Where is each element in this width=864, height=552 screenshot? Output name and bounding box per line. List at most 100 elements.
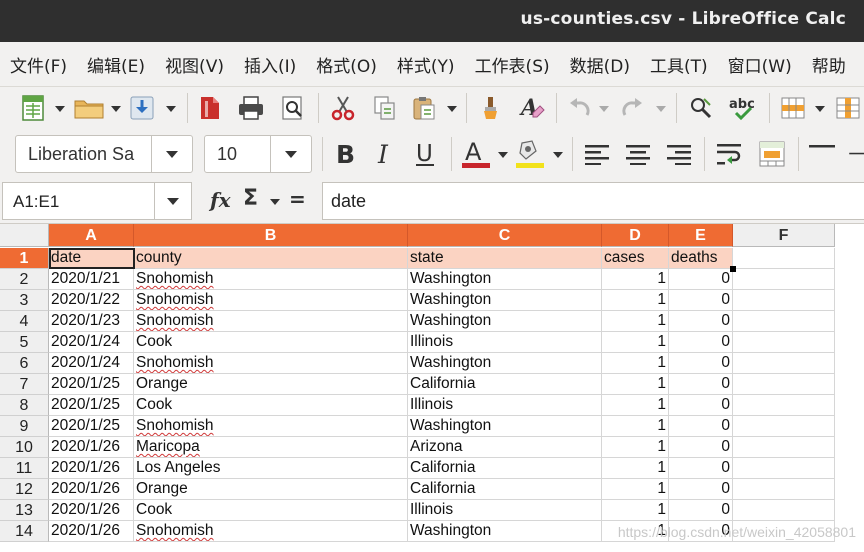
- sum-dropdown-icon[interactable]: [270, 199, 280, 205]
- header-cell[interactable]: [733, 248, 835, 269]
- align-top-button[interactable]: [808, 141, 836, 167]
- redo-button[interactable]: [618, 94, 646, 122]
- menu-styles[interactable]: 样式(Y): [387, 52, 465, 77]
- table-cell[interactable]: Cook: [134, 500, 408, 521]
- print-button[interactable]: [236, 94, 266, 122]
- table-cell[interactable]: 0: [669, 353, 733, 374]
- table-cell[interactable]: 0: [669, 458, 733, 479]
- insert-column-button[interactable]: [834, 94, 862, 122]
- column-header-b[interactable]: B: [134, 224, 408, 247]
- table-cell[interactable]: Snohomish: [134, 416, 408, 437]
- column-header-d[interactable]: D: [602, 224, 669, 247]
- font-size-combo[interactable]: 10: [204, 135, 312, 173]
- table-cell[interactable]: 0: [669, 311, 733, 332]
- table-cell[interactable]: [733, 374, 835, 395]
- table-cell[interactable]: [733, 437, 835, 458]
- table-cell[interactable]: 2020/1/26: [49, 479, 134, 500]
- highlight-button[interactable]: [513, 138, 547, 170]
- table-cell[interactable]: 1: [602, 269, 669, 290]
- table-cell[interactable]: 2020/1/24: [49, 332, 134, 353]
- undo-button[interactable]: [566, 94, 594, 122]
- paste-dropdown-icon[interactable]: [447, 106, 457, 112]
- spreadsheet-grid[interactable]: A B C D E F 1 date county state cases deaths 2 2020/1…: [0, 224, 864, 552]
- header-cell[interactable]: state: [408, 248, 602, 269]
- header-cell[interactable]: county: [134, 248, 408, 269]
- table-cell[interactable]: Cook: [134, 395, 408, 416]
- menu-insert[interactable]: 插入(I): [234, 52, 306, 77]
- header-cell[interactable]: deaths: [669, 248, 733, 269]
- new-spreadsheet-button[interactable]: [20, 94, 46, 122]
- menu-sheet[interactable]: 工作表(S): [465, 52, 560, 77]
- row-header[interactable]: 4: [0, 311, 49, 332]
- table-cell[interactable]: 0: [669, 437, 733, 458]
- highlight-dropdown-icon[interactable]: [553, 152, 563, 158]
- clear-formatting-button[interactable]: A: [517, 94, 547, 122]
- table-cell[interactable]: Orange: [134, 479, 408, 500]
- table-cell[interactable]: 2020/1/22: [49, 290, 134, 311]
- table-cell[interactable]: 1: [602, 332, 669, 353]
- row-header[interactable]: 7: [0, 374, 49, 395]
- name-box[interactable]: A1:E1: [2, 182, 192, 220]
- font-name-dropdown[interactable]: [151, 136, 192, 172]
- row-dropdown-icon[interactable]: [815, 106, 825, 112]
- select-all-corner[interactable]: [0, 224, 49, 247]
- open-button[interactable]: [72, 94, 106, 122]
- clone-formatting-button[interactable]: [477, 94, 505, 122]
- align-center-button[interactable]: [625, 141, 651, 167]
- table-cell[interactable]: Washington: [408, 290, 602, 311]
- row-header[interactable]: 14: [0, 521, 49, 542]
- sum-button[interactable]: Σ: [243, 186, 258, 211]
- merge-center-button[interactable]: [758, 140, 786, 168]
- table-cell[interactable]: California: [408, 374, 602, 395]
- table-cell[interactable]: Snohomish: [134, 269, 408, 290]
- table-cell[interactable]: 2020/1/25: [49, 374, 134, 395]
- copy-button[interactable]: [372, 94, 398, 122]
- table-cell[interactable]: 1: [602, 416, 669, 437]
- menu-view[interactable]: 视图(V): [155, 52, 234, 77]
- table-cell[interactable]: Snohomish: [134, 521, 408, 542]
- table-cell[interactable]: Illinois: [408, 395, 602, 416]
- column-header-f[interactable]: F: [733, 224, 835, 247]
- table-cell[interactable]: California: [408, 479, 602, 500]
- table-cell[interactable]: 0: [669, 479, 733, 500]
- underline-button[interactable]: U: [412, 139, 440, 169]
- menu-window[interactable]: 窗口(W): [718, 52, 802, 77]
- table-cell[interactable]: 0: [669, 332, 733, 353]
- align-right-button[interactable]: [666, 141, 692, 167]
- row-header[interactable]: 12: [0, 479, 49, 500]
- table-cell[interactable]: [733, 458, 835, 479]
- table-cell[interactable]: [733, 290, 835, 311]
- table-cell[interactable]: Washington: [408, 416, 602, 437]
- table-cell[interactable]: 1: [602, 395, 669, 416]
- cut-button[interactable]: [329, 94, 357, 122]
- print-preview-button[interactable]: [280, 94, 306, 122]
- fill-handle[interactable]: [730, 266, 736, 272]
- table-cell[interactable]: [733, 500, 835, 521]
- table-cell[interactable]: 1: [602, 353, 669, 374]
- table-cell[interactable]: 0: [669, 290, 733, 311]
- table-cell[interactable]: 2020/1/24: [49, 353, 134, 374]
- table-cell[interactable]: 2020/1/21: [49, 269, 134, 290]
- table-cell[interactable]: [733, 395, 835, 416]
- formula-input[interactable]: date: [322, 182, 864, 220]
- function-wizard-button[interactable]: fx: [210, 188, 231, 212]
- table-cell[interactable]: 1: [602, 500, 669, 521]
- table-cell[interactable]: 2020/1/25: [49, 416, 134, 437]
- font-color-dropdown-icon[interactable]: [498, 152, 508, 158]
- table-cell[interactable]: [733, 479, 835, 500]
- table-cell[interactable]: Illinois: [408, 332, 602, 353]
- table-cell[interactable]: 1: [602, 290, 669, 311]
- row-header[interactable]: 1: [0, 248, 49, 269]
- table-cell[interactable]: Los Angeles: [134, 458, 408, 479]
- open-dropdown-icon[interactable]: [111, 106, 121, 112]
- table-cell[interactable]: 2020/1/26: [49, 437, 134, 458]
- table-cell[interactable]: [733, 311, 835, 332]
- table-cell[interactable]: [733, 353, 835, 374]
- table-cell[interactable]: 0: [669, 500, 733, 521]
- menu-edit[interactable]: 编辑(E): [77, 52, 155, 77]
- column-header-a[interactable]: A: [49, 224, 134, 247]
- table-cell[interactable]: 0: [669, 374, 733, 395]
- find-replace-button[interactable]: [687, 94, 717, 122]
- table-cell[interactable]: 1: [602, 437, 669, 458]
- table-cell[interactable]: California: [408, 458, 602, 479]
